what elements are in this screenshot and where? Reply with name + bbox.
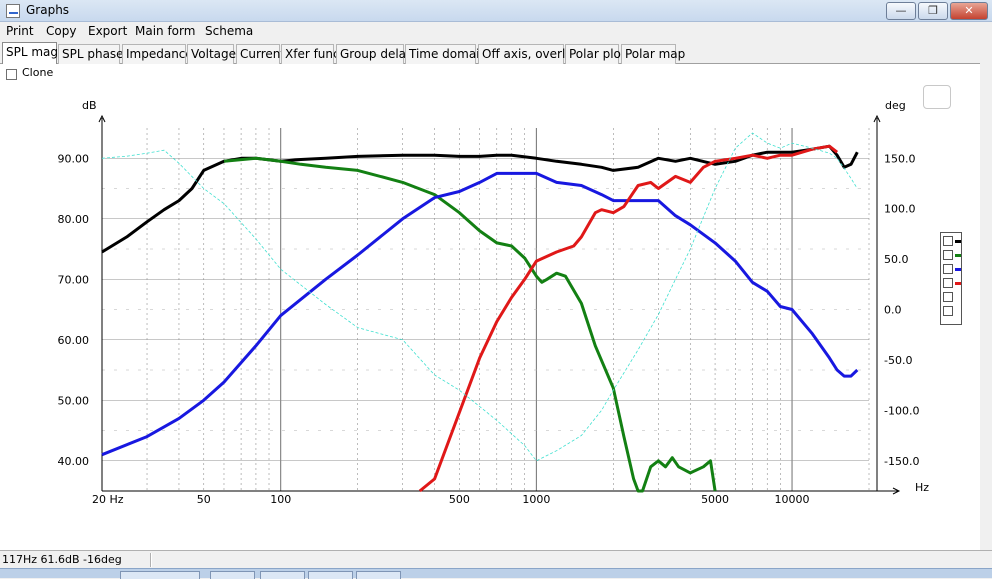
- tab-polar-plot[interactable]: Polar plot: [565, 44, 626, 64]
- x-tick-label: 1000: [522, 493, 550, 506]
- y-tick-label: 60.00: [58, 334, 90, 347]
- legend-checkbox[interactable]: [943, 264, 953, 274]
- y-tick-label: 70.00: [58, 273, 90, 286]
- y2-tick-label: 50.0: [884, 253, 909, 266]
- legend-swatch: [955, 268, 961, 271]
- status-separator: [150, 553, 152, 567]
- legend-entry-green[interactable]: [943, 250, 961, 261]
- y-tick-label: 50.00: [58, 394, 90, 407]
- chart-labels: dB deg Hz 90.00 80.00 70.00 60.00 50.00 40.00 150…: [58, 99, 930, 506]
- spl-chart[interactable]: dB deg Hz 90.00 80.00 70.00 60.00 50.00 40.00 150…: [0, 64, 980, 550]
- legend-entry-6[interactable]: [943, 306, 960, 317]
- tab-voltage[interactable]: Voltage: [187, 44, 236, 64]
- y-tick-label: 80.00: [58, 213, 90, 226]
- legend-checkbox[interactable]: [943, 292, 953, 302]
- legend-checkbox[interactable]: [943, 250, 953, 260]
- tab-impedance[interactable]: Impedance: [122, 44, 193, 64]
- legend-checkbox[interactable]: [943, 236, 953, 246]
- x-tick-label: 500: [449, 493, 470, 506]
- close-button[interactable]: ✕: [950, 2, 988, 20]
- menu-export[interactable]: Export: [88, 24, 127, 38]
- tab-polar-map[interactable]: Polar map: [621, 44, 685, 64]
- y2-tick-label: 0.0: [884, 304, 902, 317]
- right-unit-label: deg: [885, 99, 906, 112]
- x-tick-label: 10000: [775, 493, 810, 506]
- legend-entry-red[interactable]: [943, 278, 961, 289]
- legend-entry-5[interactable]: [943, 292, 960, 303]
- x-tick-label: 50: [197, 493, 211, 506]
- tab-strip: SPL mag SPL phase Impedance Voltage Curr…: [0, 42, 992, 65]
- minimize-icon: —: [895, 4, 907, 17]
- minimize-button[interactable]: —: [886, 2, 916, 20]
- window-border: [980, 42, 992, 550]
- status-bar: 117Hz 61.6dB -16deg: [0, 550, 992, 568]
- legend-checkbox[interactable]: [943, 306, 953, 316]
- menu-schema[interactable]: Schema: [205, 24, 253, 38]
- legend-entry-blue[interactable]: [943, 264, 961, 275]
- tab-group-delay[interactable]: Group delay: [336, 44, 413, 64]
- chart-grid: [101, 128, 870, 491]
- tab-current[interactable]: Current: [236, 44, 285, 64]
- tab-xfer-func[interactable]: Xfer func: [281, 44, 340, 64]
- y2-tick-label: -100.0: [884, 404, 919, 417]
- left-unit-label: dB: [82, 99, 97, 112]
- tab-time-domain[interactable]: Time domain: [405, 44, 487, 64]
- tab-spl-phase[interactable]: SPL phase: [58, 44, 124, 64]
- legend: [940, 232, 962, 325]
- y2-tick-label: -150.0: [884, 455, 919, 468]
- y-tick-label: 40.00: [58, 455, 90, 468]
- y2-tick-label: -50.0: [884, 354, 912, 367]
- menu-bar: Print Copy Export Main form Schema: [0, 22, 992, 42]
- x-unit-label: Hz: [915, 481, 929, 494]
- series-line-red: [418, 144, 839, 493]
- legend-swatch: [955, 254, 961, 257]
- taskbar: [0, 568, 992, 579]
- graph-panel: Clone dB deg Hz 90.00 80.00 70.00 60.00 50.00 40…: [0, 64, 980, 550]
- y-tick-label: 90.00: [58, 152, 90, 165]
- tab-spl-mag[interactable]: SPL mag: [2, 42, 58, 65]
- x-tick-label: 20 Hz: [92, 493, 124, 506]
- menu-print[interactable]: Print: [6, 24, 34, 38]
- x-tick-label: 5000: [701, 493, 729, 506]
- menu-copy[interactable]: Copy: [46, 24, 76, 38]
- series-line-green: [223, 156, 717, 493]
- legend-entry-black[interactable]: [943, 236, 961, 247]
- maximize-icon: ❐: [928, 4, 938, 17]
- title-bar: Graphs — ❐ ✕: [0, 0, 992, 22]
- x-tick-label: 100: [270, 493, 291, 506]
- chart-series: [101, 132, 859, 493]
- legend-swatch: [955, 282, 961, 285]
- maximize-button[interactable]: ❐: [918, 2, 948, 20]
- y2-tick-label: 100.0: [884, 203, 916, 216]
- menu-main-form[interactable]: Main form: [135, 24, 195, 38]
- y2-tick-label: 150.0: [884, 152, 916, 165]
- legend-checkbox[interactable]: [943, 278, 953, 288]
- legend-swatch: [955, 240, 961, 243]
- app-icon[interactable]: [6, 4, 20, 18]
- close-icon: ✕: [964, 4, 974, 17]
- cursor-readout: 117Hz 61.6dB -16deg: [2, 553, 122, 566]
- window-title: Graphs: [26, 3, 70, 17]
- tab-off-axis-overlay[interactable]: Off axis, overlay: [478, 44, 580, 64]
